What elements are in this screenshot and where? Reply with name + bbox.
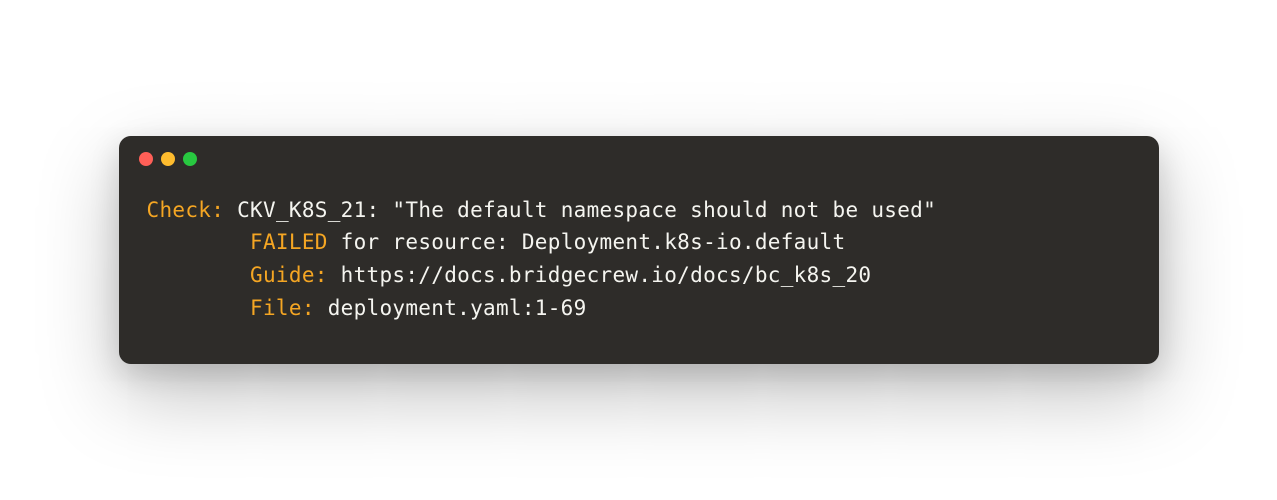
close-icon[interactable] xyxy=(139,152,153,166)
output-line-failed: FAILED for resource: Deployment.k8s-io.d… xyxy=(147,226,1131,259)
guide-text: https://docs.bridgecrew.io/docs/bc_k8s_2… xyxy=(328,263,872,287)
file-text: deployment.yaml:1-69 xyxy=(315,296,587,320)
title-bar xyxy=(119,136,1159,174)
file-label: File: xyxy=(250,296,315,320)
failed-text: for resource: Deployment.k8s-io.default xyxy=(328,230,846,254)
indent xyxy=(147,292,251,325)
minimize-icon[interactable] xyxy=(161,152,175,166)
guide-label: Guide: xyxy=(250,263,328,287)
output-line-file: File: deployment.yaml:1-69 xyxy=(147,292,1131,325)
output-line-check: Check: CKV_K8S_21: "The default namespac… xyxy=(147,194,1131,227)
output-line-guide: Guide: https://docs.bridgecrew.io/docs/b… xyxy=(147,259,1131,292)
failed-label: FAILED xyxy=(250,230,328,254)
maximize-icon[interactable] xyxy=(183,152,197,166)
indent xyxy=(147,259,251,292)
indent xyxy=(147,226,251,259)
check-label: Check: xyxy=(147,198,225,222)
terminal-content: Check: CKV_K8S_21: "The default namespac… xyxy=(119,174,1159,364)
check-text: CKV_K8S_21: "The default namespace shoul… xyxy=(224,198,936,222)
terminal-window: Check: CKV_K8S_21: "The default namespac… xyxy=(119,136,1159,364)
